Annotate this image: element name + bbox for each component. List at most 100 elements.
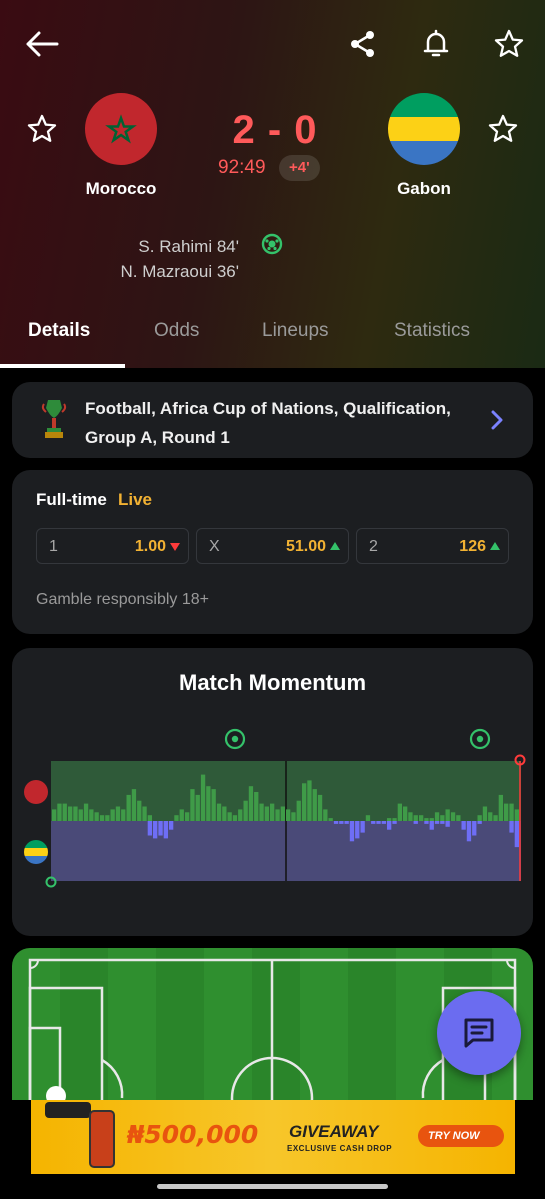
away-momentum-bar: [169, 821, 174, 830]
away-momentum-bar: [509, 821, 514, 833]
africa-cup-trophy-icon: [40, 398, 68, 447]
home-team-name[interactable]: Morocco: [61, 179, 181, 199]
home-momentum-bar: [317, 794, 323, 821]
odds-card: Full-time Live 1 1.00 X 51.00 2 126 Gamb…: [12, 470, 533, 634]
home-momentum-bar: [73, 806, 78, 821]
home-momentum-bar: [328, 818, 333, 821]
home-momentum-bar: [440, 815, 445, 821]
match-score: 2 - 0: [232, 108, 318, 152]
odds-title: Full-time: [36, 490, 107, 509]
favorite-away-team-star-icon[interactable]: [483, 109, 523, 149]
home-momentum-bar: [78, 809, 83, 821]
away-momentum-bar: [339, 821, 344, 824]
home-momentum-bar: [498, 794, 503, 821]
home-momentum-bar: [126, 794, 131, 821]
back-arrow-icon[interactable]: [22, 24, 62, 64]
home-momentum-bar: [94, 812, 99, 821]
home-momentum-bar: [259, 803, 264, 821]
home-momentum-bar: [387, 818, 392, 821]
away-momentum-bar: [445, 821, 450, 827]
trend-up-icon: [490, 542, 500, 550]
home-momentum-bar: [238, 809, 243, 821]
home-momentum-bar: [216, 803, 222, 821]
goal-scorer: S. Rahimi 84': [138, 237, 239, 256]
home-momentum-bar: [397, 803, 402, 821]
ad-banner[interactable]: ₦500,000 GIVEAWAY EXCLUSIVE CASH DROP TR…: [31, 1100, 515, 1174]
ad-amount: ₦500,000: [127, 1120, 259, 1149]
tab-statistics[interactable]: Statistics: [394, 320, 470, 342]
home-momentum-bar: [222, 806, 227, 821]
away-momentum-bar: [466, 821, 472, 842]
away-momentum-bar: [514, 821, 519, 848]
chevron-right-icon[interactable]: [490, 410, 504, 435]
away-momentum-bar: [153, 821, 158, 839]
home-momentum-bar: [243, 800, 248, 821]
home-momentum-bar: [52, 809, 57, 821]
away-team-name[interactable]: Gabon: [364, 179, 484, 199]
away-momentum-bar: [371, 821, 376, 824]
home-momentum-bar: [424, 818, 429, 821]
live-label: Live: [118, 490, 153, 509]
odds-key: X: [209, 538, 220, 555]
tab-odds[interactable]: Odds: [154, 320, 199, 342]
home-momentum-bar: [275, 809, 280, 821]
goal-marker-icon: [224, 728, 246, 750]
tab-details[interactable]: Details: [28, 320, 90, 342]
odds-away-button[interactable]: 2 126: [356, 528, 509, 564]
home-momentum-bar: [185, 812, 190, 821]
home-momentum-bar: [264, 806, 269, 821]
home-momentum-bar: [323, 809, 328, 821]
football-icon: [261, 233, 283, 260]
bell-icon[interactable]: [416, 24, 456, 64]
away-momentum-bar: [429, 821, 434, 830]
home-momentum-bar: [62, 803, 67, 821]
home-momentum-bar: [445, 809, 450, 821]
away-momentum-bar: [376, 821, 381, 824]
home-momentum-bar: [99, 815, 105, 821]
away-momentum-bar: [434, 821, 440, 824]
odds-home-button[interactable]: 1 1.00: [36, 528, 189, 564]
ad-cta-button[interactable]: TRY NOW: [418, 1125, 504, 1147]
away-momentum-bar: [147, 821, 152, 836]
gabon-mini-flag-icon: [24, 840, 48, 864]
share-icon[interactable]: [343, 24, 383, 64]
home-momentum-bar: [110, 809, 115, 821]
active-tab-indicator: [0, 364, 125, 368]
match-header: Morocco 2 - 0 92:49 +4' Gabon S. Rahimi …: [0, 0, 545, 368]
home-momentum-bar: [137, 800, 142, 821]
home-momentum-bar: [280, 806, 285, 821]
home-momentum-bar: [57, 803, 62, 821]
ad-logo-badge: [45, 1102, 91, 1118]
away-momentum-bar: [344, 821, 349, 824]
match-clock: 92:49: [218, 157, 266, 178]
home-momentum-bar: [89, 809, 94, 821]
momentum-graph: [45, 728, 526, 888]
home-momentum-bar: [365, 815, 371, 821]
chat-icon: [464, 1018, 494, 1048]
tab-lineups[interactable]: Lineups: [262, 320, 329, 342]
favorite-match-star-icon[interactable]: [489, 24, 529, 64]
home-momentum-bar: [434, 812, 440, 821]
home-momentum-bar: [105, 815, 110, 821]
morocco-flag-icon[interactable]: [85, 93, 157, 165]
away-momentum-bar: [387, 821, 392, 830]
away-momentum-bar: [163, 821, 168, 839]
odds-draw-button[interactable]: X 51.00: [196, 528, 349, 564]
competition-card[interactable]: Football, Africa Cup of Nations, Qualifi…: [12, 382, 533, 458]
gabon-flag-icon[interactable]: [388, 93, 460, 165]
odds-key: 2: [369, 538, 378, 555]
favorite-home-team-star-icon[interactable]: [22, 109, 62, 149]
home-momentum-bar: [115, 806, 121, 821]
home-momentum-bar: [291, 812, 296, 821]
chat-button[interactable]: [437, 991, 521, 1075]
away-momentum-bar: [413, 821, 418, 824]
home-momentum-bar: [200, 774, 206, 821]
competition-name: Football, Africa Cup of Nations, Qualifi…: [85, 394, 451, 452]
home-momentum-bar: [179, 809, 184, 821]
competition-line-2: Group A, Round 1: [85, 428, 230, 447]
odds-value: 1.00: [134, 538, 166, 555]
home-momentum-bar: [392, 818, 397, 821]
odds-value: 51.00: [285, 538, 326, 555]
trend-down-icon: [170, 543, 180, 551]
gesture-home-bar[interactable]: [157, 1184, 388, 1189]
